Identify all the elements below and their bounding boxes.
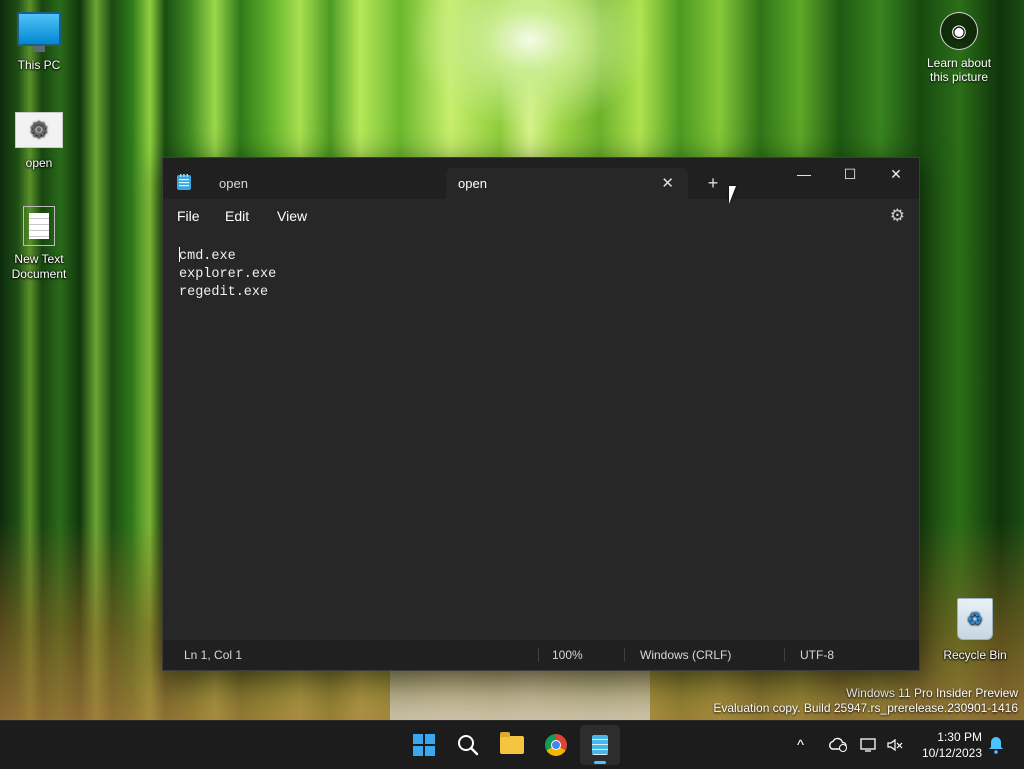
notepad-window: open open ✕ + — ☐ ✕ File Edit View ⚙ cmd… <box>162 157 920 671</box>
desktop-icon-label: open <box>25 156 53 170</box>
learn-about-picture[interactable]: ◉ Learn about this picture <box>904 12 1014 84</box>
clock[interactable]: 1:30 PM 10/12/2023 <box>922 729 982 761</box>
search-button[interactable] <box>448 725 488 765</box>
volume-muted-icon[interactable] <box>886 721 904 769</box>
clock-date: 10/12/2023 <box>921 746 982 760</box>
tab-open-2[interactable]: open ✕ <box>446 168 688 199</box>
desktop-icon-label: This PC <box>17 58 61 72</box>
chevron-up-icon: ^ <box>797 736 805 754</box>
evaluation-watermark: Windows 11 Pro Insider Preview Evaluatio… <box>713 686 1018 716</box>
notepad-icon <box>592 735 608 755</box>
menu-edit[interactable]: Edit <box>225 208 249 224</box>
show-hidden-icons-button[interactable]: ^ <box>797 721 804 769</box>
network-icon[interactable] <box>860 721 878 769</box>
tab-open-1[interactable]: open <box>207 168 459 199</box>
desktop-icon-new-text-document[interactable]: New Text Document <box>1 206 77 282</box>
status-divider <box>538 648 539 662</box>
close-tab-icon[interactable]: ✕ <box>661 174 674 192</box>
mouse-pointer-icon <box>729 186 743 204</box>
learn-about-label: Learn about this picture <box>926 56 992 84</box>
search-icon <box>458 735 479 756</box>
desktop-icon-open[interactable]: ⚙ open <box>1 112 77 170</box>
status-bar: Ln 1, Col 1 100% Windows (CRLF) UTF-8 <box>163 640 919 670</box>
start-button[interactable] <box>404 725 444 765</box>
desktop-icon-this-pc[interactable]: This PC <box>1 12 77 72</box>
camera-icon: ◉ <box>940 12 978 50</box>
clock-time: 1:30 PM <box>937 730 982 744</box>
watermark-line-1: Windows 11 Pro Insider Preview <box>846 686 1018 700</box>
cursor-position: Ln 1, Col 1 <box>184 648 243 662</box>
encoding[interactable]: UTF-8 <box>800 648 834 662</box>
desktop-icon-label: New Text Document <box>11 252 67 281</box>
start-icon <box>413 734 435 756</box>
chrome-button[interactable] <box>536 725 576 765</box>
zoom-level[interactable]: 100% <box>552 648 583 662</box>
tab-label: open <box>219 176 248 191</box>
text-document-icon <box>23 206 55 246</box>
desktop-icon-label: Recycle Bin <box>943 648 1007 662</box>
notepad-taskbar-button[interactable] <box>580 725 620 765</box>
watermark-line-2: Evaluation copy. Build 25947.rs_prerelea… <box>713 701 1018 715</box>
line-ending[interactable]: Windows (CRLF) <box>640 648 731 662</box>
status-divider <box>624 648 625 662</box>
menu-file[interactable]: File <box>177 208 200 224</box>
editor-line: explorer.exe <box>179 267 277 282</box>
taskbar: ^ 1:30 PM 10/12/2023 <box>0 720 1024 769</box>
gear-file-icon: ⚙ <box>15 112 63 148</box>
editor-line: regedit.exe <box>179 285 269 300</box>
chrome-icon <box>545 734 567 756</box>
maximize-button[interactable]: ☐ <box>827 158 873 190</box>
recycle-bin-icon: ♻ <box>957 598 993 640</box>
minimize-button[interactable]: — <box>781 158 827 190</box>
close-button[interactable]: ✕ <box>873 158 919 190</box>
menu-bar: File Edit View ⚙ <box>163 199 919 233</box>
text-editor[interactable]: cmd.exe explorer.exe regedit.exe <box>163 233 919 640</box>
title-bar[interactable]: open open ✕ + — ☐ ✕ <box>163 158 919 199</box>
notepad-icon <box>177 174 191 190</box>
menu-view[interactable]: View <box>277 208 307 224</box>
status-divider <box>784 648 785 662</box>
file-explorer-icon <box>500 732 524 754</box>
new-tab-button[interactable]: + <box>698 170 728 196</box>
notification-bell-icon[interactable] <box>988 721 1004 769</box>
tab-label: open <box>458 176 487 191</box>
file-explorer-button[interactable] <box>492 725 532 765</box>
gear-icon[interactable]: ⚙ <box>890 206 905 226</box>
desktop-icon-recycle-bin[interactable]: ♻ Recycle Bin <box>937 598 1013 662</box>
this-pc-icon <box>17 12 61 52</box>
onedrive-icon[interactable] <box>828 721 848 769</box>
editor-line: cmd.exe <box>179 249 236 264</box>
